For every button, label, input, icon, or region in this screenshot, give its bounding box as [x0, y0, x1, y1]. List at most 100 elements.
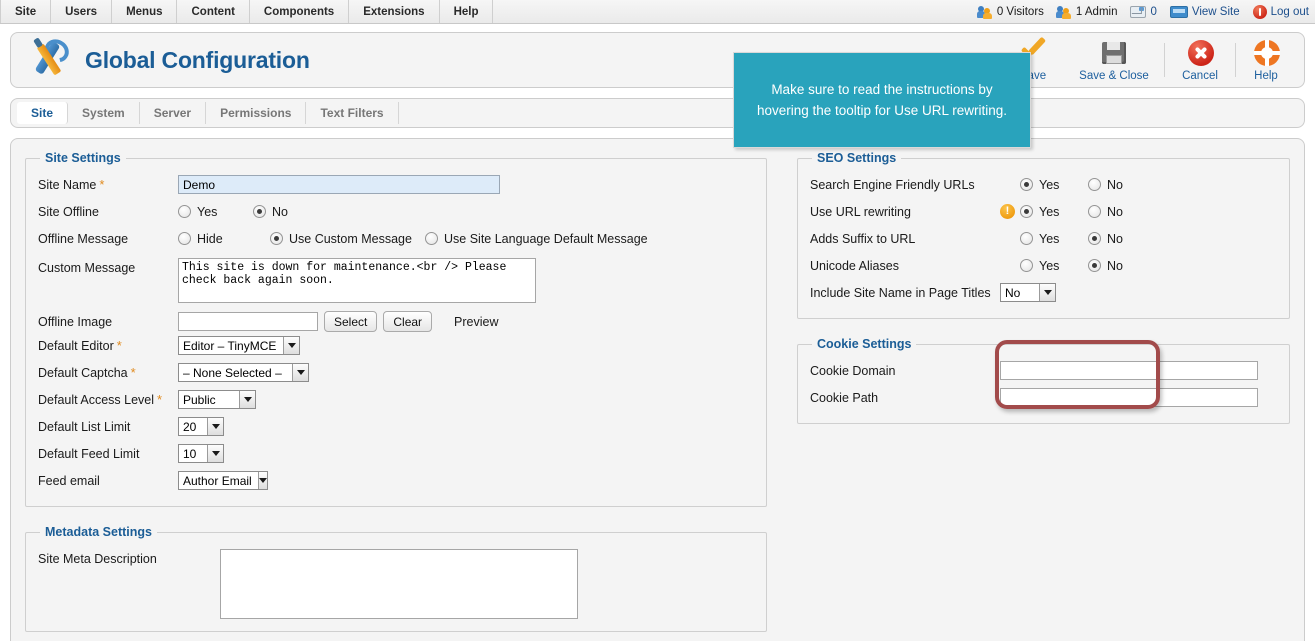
cookie-settings-legend: Cookie Settings: [817, 337, 912, 351]
radio-label: Yes: [1039, 177, 1060, 192]
tab-text-filters[interactable]: Text Filters: [306, 102, 399, 124]
site-name-input[interactable]: [178, 175, 500, 194]
cookie-path-label-text: Cookie Path: [810, 390, 879, 405]
topbar-status-area: 0 Visitors 1 Admin 0 View Site Log out: [976, 0, 1309, 23]
visitors-count: 0 Visitors: [976, 5, 1044, 19]
adds-suffix-no[interactable]: No: [1088, 232, 1123, 246]
log-out-link[interactable]: Log out: [1252, 4, 1309, 19]
url-rewriting-label-text: Use URL rewriting: [810, 204, 911, 219]
default-feed-limit-select[interactable]: 10: [178, 444, 224, 463]
chevron-down-icon: [1039, 284, 1055, 301]
radio-indicator: [1020, 178, 1033, 191]
radio-label: No: [1107, 177, 1123, 192]
default-list-limit-value: 20: [183, 419, 197, 434]
cancel-button-label: Cancel: [1182, 69, 1218, 82]
sef-urls-no[interactable]: No: [1088, 178, 1123, 192]
left-column: Site Settings Site Name * Site Offline Y…: [25, 151, 767, 641]
include-site-name-label-text: Include Site Name in Page Titles: [810, 285, 991, 300]
site-offline-yes[interactable]: Yes: [178, 205, 253, 219]
help-button[interactable]: Help: [1238, 34, 1294, 86]
offline-image-label: Offline Image: [38, 315, 178, 329]
menu-item-label: Site: [15, 5, 37, 18]
menu-item-help[interactable]: Help: [440, 0, 494, 23]
sef-urls-label-text: Search Engine Friendly URLs: [810, 177, 975, 192]
default-captcha-value: – None Selected –: [183, 365, 282, 380]
mail-icon: [1130, 5, 1147, 18]
messages-label: 0: [1150, 5, 1157, 18]
tab-server[interactable]: Server: [140, 102, 207, 124]
logout-icon: [1252, 4, 1267, 19]
menu-item-content[interactable]: Content: [177, 0, 250, 23]
offline-image-select-button[interactable]: Select: [324, 311, 378, 332]
custom-message-textarea[interactable]: This site is down for maintenance.<br />…: [178, 258, 536, 303]
default-editor-label-text: Default Editor: [38, 338, 114, 353]
default-captcha-select[interactable]: – None Selected –: [178, 363, 309, 382]
main-menu: Site Users Menus Content Components Exte…: [0, 0, 494, 23]
radio-indicator: [1020, 259, 1033, 272]
cancel-button[interactable]: Cancel: [1167, 34, 1233, 86]
offline-image-row: Offline Image Select Clear Preview: [38, 303, 754, 332]
sef-urls-yes[interactable]: Yes: [1020, 178, 1059, 192]
menu-item-site[interactable]: Site: [0, 0, 52, 23]
sef-urls-options: Yes No: [1000, 178, 1123, 192]
unicode-aliases-options: Yes No: [1000, 259, 1123, 273]
unicode-aliases-no[interactable]: No: [1088, 259, 1123, 273]
url-rewriting-yes[interactable]: Yes: [1020, 205, 1059, 219]
radio-label: No: [272, 204, 288, 219]
adds-suffix-label: Adds Suffix to URL: [810, 232, 1000, 246]
tab-permissions[interactable]: Permissions: [206, 102, 307, 124]
messages-count[interactable]: 0: [1130, 5, 1157, 18]
chevron-down-icon: [207, 418, 223, 435]
feed-email-select[interactable]: Author Email: [178, 471, 268, 490]
unicode-aliases-yes[interactable]: Yes: [1020, 259, 1059, 273]
url-rewriting-no[interactable]: No: [1088, 205, 1123, 219]
default-access-level-label: Default Access Level *: [38, 393, 178, 407]
chevron-down-icon: [207, 445, 223, 462]
cookie-domain-input[interactable]: [1000, 361, 1258, 380]
chevron-down-icon: [283, 337, 299, 354]
default-captcha-label: Default Captcha *: [38, 366, 178, 380]
sef-urls-row: Search Engine Friendly URLs Yes No: [810, 171, 1277, 198]
url-rewriting-yes-slot: Yes: [1000, 203, 1088, 219]
menu-item-components[interactable]: Components: [250, 0, 350, 23]
view-site-link[interactable]: View Site: [1169, 5, 1240, 18]
unicode-aliases-label-text: Unicode Aliases: [810, 258, 899, 273]
adds-suffix-yes[interactable]: Yes: [1020, 232, 1059, 246]
cookie-path-row: Cookie Path: [810, 384, 1277, 411]
url-rewriting-row: Use URL rewriting Yes No: [810, 198, 1277, 225]
required-marker: *: [99, 176, 105, 192]
metadata-settings-group: Metadata Settings Site Meta Description: [25, 525, 767, 632]
menu-item-menus[interactable]: Menus: [112, 0, 178, 23]
configuration-form: Site Settings Site Name * Site Offline Y…: [10, 138, 1305, 641]
menu-item-users[interactable]: Users: [51, 0, 113, 23]
default-list-limit-select[interactable]: 20: [178, 417, 224, 436]
menu-item-extensions[interactable]: Extensions: [349, 0, 440, 23]
custom-message-label: Custom Message: [38, 258, 178, 275]
tab-label: Text Filters: [320, 106, 384, 120]
include-site-name-select[interactable]: No: [1000, 283, 1056, 302]
offline-image-label-text: Offline Image: [38, 314, 113, 329]
warning-icon[interactable]: [1000, 203, 1015, 219]
offline-image-input[interactable]: [178, 312, 318, 331]
default-access-level-select[interactable]: Public: [178, 390, 256, 409]
floppy-icon: [1099, 39, 1129, 67]
save-and-close-button[interactable]: Save & Close: [1066, 34, 1162, 86]
radio-indicator: [1020, 205, 1033, 218]
sef-urls-label: Search Engine Friendly URLs: [810, 178, 1000, 192]
default-editor-row: Default Editor * Editor – TinyMCE: [38, 332, 754, 359]
default-editor-select[interactable]: Editor – TinyMCE: [178, 336, 300, 355]
site-offline-no[interactable]: No: [253, 205, 288, 219]
cookie-path-input[interactable]: [1000, 388, 1258, 407]
tab-system[interactable]: System: [68, 102, 140, 124]
radio-indicator: [425, 232, 438, 245]
radio-indicator: [270, 232, 283, 245]
adds-suffix-label-text: Adds Suffix to URL: [810, 231, 916, 246]
offline-message-hide[interactable]: Hide: [178, 232, 270, 246]
offline-image-clear-button[interactable]: Clear: [383, 311, 433, 332]
radio-indicator: [178, 232, 191, 245]
tab-site[interactable]: Site: [17, 102, 69, 124]
right-column: SEO Settings Search Engine Friendly URLs…: [797, 151, 1290, 641]
site-meta-description-textarea[interactable]: [220, 549, 578, 619]
offline-message-custom[interactable]: Use Custom Message: [270, 232, 425, 246]
offline-message-site-default[interactable]: Use Site Language Default Message: [425, 232, 648, 246]
